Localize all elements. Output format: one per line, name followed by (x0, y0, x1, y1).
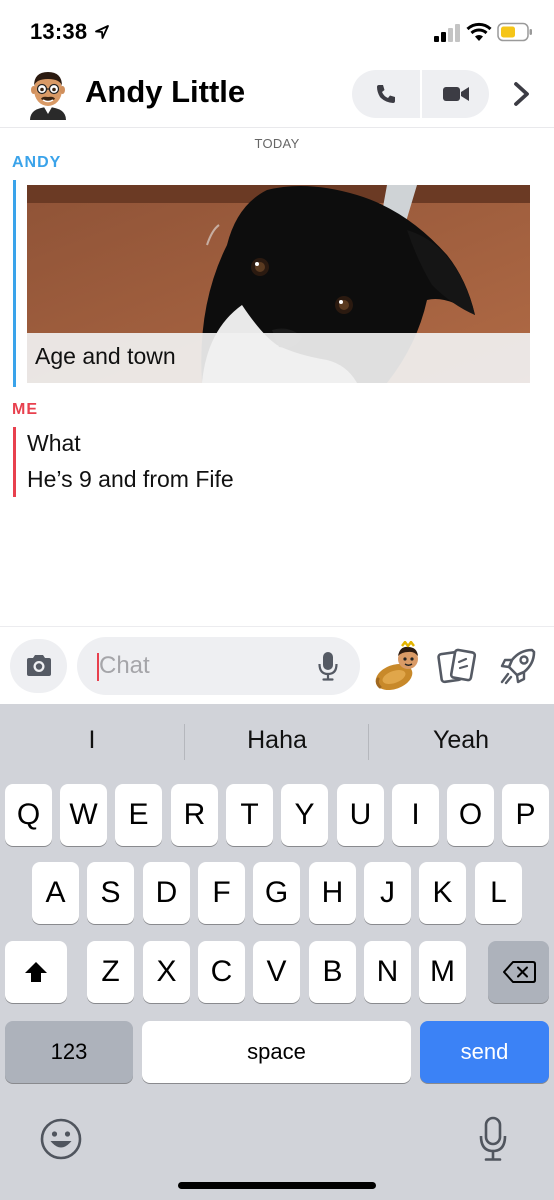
key-g[interactable]: G (253, 862, 300, 924)
numbers-key[interactable]: 123 (5, 1021, 133, 1083)
key-l[interactable]: L (475, 862, 522, 924)
battery-low-icon (497, 22, 532, 42)
suggestion-2[interactable]: Haha (185, 726, 369, 755)
key-x[interactable]: X (143, 941, 190, 1003)
cards-icon[interactable] (436, 647, 478, 687)
wifi-icon (466, 22, 492, 41)
received-snap[interactable]: Age and town (27, 185, 530, 383)
call-button-group (352, 70, 489, 118)
backspace-key[interactable] (488, 941, 549, 1003)
message-text[interactable]: He’s 9 and from Fife (27, 466, 234, 493)
space-key[interactable]: space (142, 1021, 411, 1083)
phone-icon (377, 85, 395, 103)
chat-input-container (77, 637, 360, 695)
shift-key[interactable] (5, 941, 67, 1003)
video-call-button[interactable] (422, 70, 489, 118)
key-r[interactable]: R (171, 784, 218, 846)
suggestion-1[interactable]: I (0, 726, 184, 755)
microphone-icon[interactable] (317, 651, 339, 681)
date-separator: TODAY (254, 136, 300, 151)
key-w[interactable]: W (60, 784, 107, 846)
message-text[interactable]: What (27, 430, 81, 457)
chevron-right-icon[interactable] (506, 76, 538, 112)
key-p[interactable]: P (502, 784, 549, 846)
key-n[interactable]: N (364, 941, 411, 1003)
key-o[interactable]: O (447, 784, 494, 846)
chat-input[interactable] (99, 637, 309, 695)
key-u[interactable]: U (337, 784, 384, 846)
key-e[interactable]: E (115, 784, 162, 846)
backspace-icon (502, 961, 536, 983)
shift-icon (25, 962, 47, 982)
key-z[interactable]: Z (87, 941, 134, 1003)
home-indicator (178, 1182, 376, 1189)
keyboard: I Haha Yeah Q W E R T Y U I O P A S D F … (0, 704, 554, 1200)
suggestion-3[interactable]: Yeah (369, 726, 553, 755)
key-k[interactable]: K (419, 862, 466, 924)
voice-call-button[interactable] (352, 70, 420, 118)
status-bar: 13:38 (0, 0, 554, 64)
emoji-icon[interactable] (38, 1116, 84, 1162)
key-v[interactable]: V (253, 941, 300, 1003)
key-b[interactable]: B (309, 941, 356, 1003)
location-arrow-icon (95, 25, 109, 39)
key-s[interactable]: S (87, 862, 134, 924)
key-f[interactable]: F (198, 862, 245, 924)
rocket-icon[interactable] (498, 645, 538, 687)
bitmoji-sticker-icon[interactable] (372, 641, 422, 693)
key-y[interactable]: Y (281, 784, 328, 846)
sender-label-me: ME (12, 401, 38, 418)
cellular-signal-icon (434, 24, 460, 42)
key-m[interactable]: M (419, 941, 466, 1003)
key-c[interactable]: C (198, 941, 245, 1003)
sender-label-andy: ANDY (12, 154, 62, 171)
status-time: 13:38 (30, 19, 88, 44)
key-j[interactable]: J (364, 862, 411, 924)
bitmoji-avatar[interactable] (24, 68, 72, 120)
camera-button[interactable] (10, 639, 67, 693)
key-h[interactable]: H (309, 862, 356, 924)
key-a[interactable]: A (32, 862, 79, 924)
key-t[interactable]: T (226, 784, 273, 846)
key-q[interactable]: Q (5, 784, 52, 846)
chat-input-bar (0, 626, 554, 704)
andy-message-bar (13, 180, 16, 387)
send-key[interactable]: send (420, 1021, 549, 1083)
camera-icon (26, 655, 51, 676)
dictation-mic-icon[interactable] (478, 1116, 508, 1162)
me-message-bar (13, 427, 16, 497)
key-d[interactable]: D (143, 862, 190, 924)
contact-name[interactable]: Andy Little (85, 74, 245, 110)
video-camera-icon (442, 87, 469, 101)
key-i[interactable]: I (392, 784, 439, 846)
snap-caption: Age and town (35, 343, 176, 369)
suggestion-bar: I Haha Yeah (0, 704, 554, 780)
chat-header: Andy Little (0, 64, 554, 128)
